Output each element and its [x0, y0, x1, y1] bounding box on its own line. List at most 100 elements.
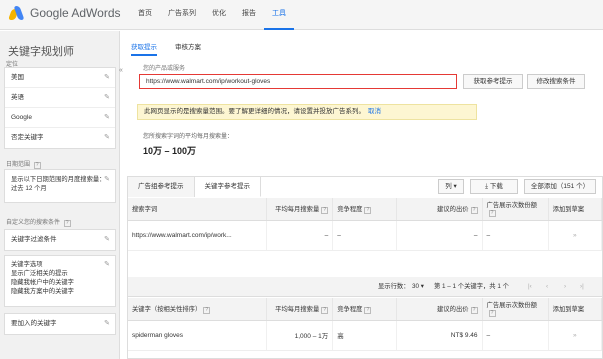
- rows-select[interactable]: 30 ▾: [412, 277, 424, 297]
- first-page-icon[interactable]: |‹: [528, 277, 532, 297]
- tab-keyword-ideas[interactable]: 关键字参考提示: [194, 177, 261, 197]
- cell-term: spiderman gloves: [128, 320, 268, 351]
- col-suggested-bid[interactable]: 建议的出价?: [396, 198, 483, 221]
- cell-share: –: [482, 220, 549, 251]
- tab-adgroup-ideas[interactable]: 广告组参考提示: [128, 177, 195, 197]
- volume-label: 您所搜索字词的平均每月搜索量：: [143, 134, 234, 140]
- nav-optimize[interactable]: 优化: [204, 0, 234, 30]
- download-icon: ⤓: [485, 183, 489, 190]
- col-suggested-bid[interactable]: 建议的出价?: [396, 298, 483, 321]
- col-avg-searches[interactable]: 平均每月搜索量?: [266, 198, 334, 221]
- notice-dismiss-link[interactable]: 取消: [368, 108, 381, 115]
- sidebar-item-include-keywords[interactable]: 要加入的关键字 ✎: [5, 314, 115, 334]
- option-line: 隐藏我方案中的关键字: [11, 288, 74, 295]
- help-icon: ?: [33, 162, 41, 169]
- planner-tabs: 获取提示 审核方案: [131, 41, 201, 56]
- col-keyword[interactable]: 关键字（按相关性排序）?: [128, 298, 268, 321]
- help-icon: ?: [488, 310, 496, 318]
- edit-icon[interactable]: ✎: [104, 230, 110, 250]
- prev-page-icon[interactable]: ‹: [546, 277, 548, 297]
- help-icon: ?: [364, 206, 372, 214]
- option-line: 显示广泛相关的提示: [11, 270, 68, 277]
- brand-name: Google AdWords: [30, 6, 121, 20]
- cell-bid: –: [396, 220, 483, 251]
- tab-review-plan[interactable]: 审核方案: [175, 41, 201, 56]
- edit-icon[interactable]: ✎: [104, 260, 110, 269]
- table-row: spiderman gloves 1,000 – 1万 高 NT$ 9.46 –…: [128, 320, 603, 351]
- results-tabs: 广告组参考提示 关键字参考提示: [128, 177, 261, 197]
- add-all-button[interactable]: 全部添加（151 个）: [524, 179, 596, 194]
- columns-button[interactable]: 列 ▾: [438, 179, 464, 194]
- volume-value: 10万 – 100万: [143, 146, 197, 156]
- collapse-sidebar-icon[interactable]: «: [119, 67, 123, 74]
- edit-icon[interactable]: ✎: [104, 175, 110, 184]
- edit-icon[interactable]: ✎: [104, 128, 110, 148]
- sidebar: 关键字规划师 定位 美国 ✎ 英语 ✎ Google ✎ 否定关键字 ✎ 日期范围 ? …: [0, 31, 120, 359]
- col-add-to-plan: 添加到草案: [548, 198, 603, 221]
- help-icon: ?: [470, 306, 478, 314]
- col-impression-share[interactable]: 广告展示次数份额?: [482, 198, 549, 221]
- keyword-ideas-table: 关键字（按相关性排序）? 平均每月搜索量? 竞争程度? 建议的出价? 广告展示次…: [128, 298, 603, 351]
- get-ideas-button[interactable]: 获取参考提示: [463, 74, 523, 89]
- cell-volume: –: [266, 220, 334, 251]
- add-to-plan-icon[interactable]: »: [548, 220, 603, 251]
- sidebar-item-keyword-filter[interactable]: 关键字过滤条件 ✎: [5, 230, 115, 250]
- edit-icon[interactable]: ✎: [104, 88, 110, 108]
- sidebar-item-language[interactable]: 英语 ✎: [5, 88, 115, 108]
- nav-campaigns[interactable]: 广告系列: [160, 0, 204, 30]
- edit-icon[interactable]: ✎: [104, 68, 110, 88]
- keyword-options-box[interactable]: 关键字选项 显示广泛相关的提示 隐藏我帐户中的关键字 隐藏我方案中的关键字 ✎: [4, 255, 116, 307]
- adwords-logo[interactable]: Google AdWords: [7, 6, 121, 20]
- next-page-icon[interactable]: ›: [564, 277, 566, 297]
- pagination-bar: 显示行数： 30 ▾ 第 1 – 1 个关键字，共 1 个 |‹ ‹ › ›|: [128, 277, 602, 297]
- col-competition[interactable]: 竞争程度?: [332, 198, 398, 221]
- sidebar-item-location[interactable]: 美国 ✎: [5, 68, 115, 88]
- daterange-box[interactable]: 显示以下日期范围的月度搜索量：过去 12 个月 ✎: [4, 169, 116, 203]
- include-keywords-box: 要加入的关键字 ✎: [4, 313, 116, 335]
- edit-icon[interactable]: ✎: [104, 314, 110, 334]
- option-line: 隐藏我帐户中的关键字: [11, 279, 74, 286]
- adwords-logo-icon: [7, 6, 25, 20]
- rows-label: 显示行数：: [378, 283, 410, 290]
- nav-tools[interactable]: 工具: [264, 0, 294, 30]
- col-avg-searches[interactable]: 平均每月搜索量?: [266, 298, 334, 321]
- modify-search-button[interactable]: 修改搜索条件: [527, 74, 585, 89]
- cell-share: –: [482, 320, 549, 351]
- targeting-box: 美国 ✎ 英语 ✎ Google ✎ 否定关键字 ✎: [4, 67, 116, 149]
- help-icon: ?: [63, 220, 71, 227]
- table-header-row: 关键字（按相关性排序）? 平均每月搜索量? 竞争程度? 建议的出价? 广告展示次…: [128, 298, 603, 321]
- search-terms-table: 搜索字词 平均每月搜索量? 竞争程度? 建议的出价? 广告展示次数份额? 添加到…: [128, 198, 603, 251]
- col-impression-share[interactable]: 广告展示次数份额?: [482, 298, 549, 321]
- table-header-row: 搜索字词 平均每月搜索量? 竞争程度? 建议的出价? 广告展示次数份额? 添加到…: [128, 198, 603, 221]
- notice-banner: 此网页显示的是搜索量范围。要了解更详细的情况，请设置并投放广告系列。 取消: [137, 104, 477, 120]
- cell-competition: 高: [332, 320, 398, 351]
- col-search-term[interactable]: 搜索字词: [128, 198, 268, 221]
- download-button[interactable]: ⤓ 下载: [470, 179, 518, 194]
- sidebar-item-negative-keywords[interactable]: 否定关键字 ✎: [5, 128, 115, 148]
- top-bar: Google AdWords 首页 广告系列 优化 报告 工具: [0, 0, 603, 30]
- table-row: https://www.walmart.com/ip/work... – – –…: [128, 220, 603, 251]
- cell-volume: 1,000 – 1万: [266, 320, 334, 351]
- tab-get-ideas[interactable]: 获取提示: [131, 41, 157, 56]
- nav-reports[interactable]: 报告: [234, 0, 264, 30]
- main-nav: 首页 广告系列 优化 报告 工具: [130, 0, 294, 30]
- help-icon: ?: [321, 306, 329, 314]
- results-panel: 广告组参考提示 关键字参考提示 列 ▾ ⤓ 下载 全部添加（151 个） 搜索字…: [127, 176, 603, 359]
- cell-term: https://www.walmart.com/ip/work...: [128, 220, 268, 251]
- sidebar-item-network[interactable]: Google ✎: [5, 108, 115, 128]
- add-to-plan-icon[interactable]: »: [548, 320, 603, 351]
- help-icon: ?: [488, 210, 496, 218]
- last-page-icon[interactable]: ›|: [580, 277, 584, 297]
- help-icon: ?: [470, 206, 478, 214]
- help-icon: ?: [203, 306, 211, 314]
- edit-icon[interactable]: ✎: [104, 108, 110, 128]
- nav-home[interactable]: 首页: [130, 0, 160, 30]
- filters-label: 自定义您的搜索条件 ?: [6, 217, 71, 227]
- product-url-input[interactable]: [139, 74, 457, 89]
- main-panel: 获取提示 审核方案 您的产品或服务 获取参考提示 修改搜索条件 此网页显示的是搜…: [127, 31, 603, 359]
- cell-competition: –: [332, 220, 398, 251]
- help-icon: ?: [364, 306, 372, 314]
- filters-box: 关键字过滤条件 ✎: [4, 229, 116, 251]
- help-icon: ?: [321, 206, 329, 214]
- col-competition[interactable]: 竞争程度?: [332, 298, 398, 321]
